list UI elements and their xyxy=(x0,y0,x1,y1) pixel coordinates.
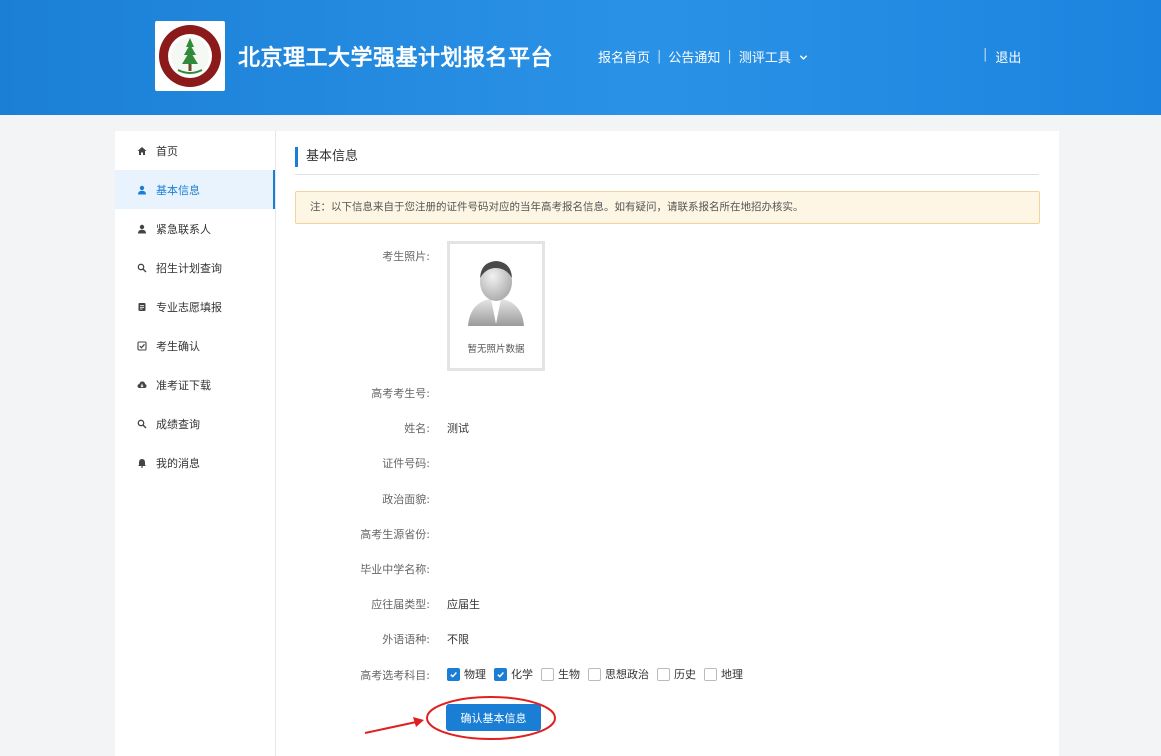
nav-tools-dropdown[interactable]: 测评工具 xyxy=(739,47,808,66)
candidate-photo: 暂无照片数据 xyxy=(447,241,545,371)
sidebar-item-label: 准考证下载 xyxy=(156,378,211,392)
sidebar-item-label: 成绩查询 xyxy=(156,417,200,431)
subject-history-checkbox[interactable]: 历史 xyxy=(657,666,696,682)
subject-physics-checkbox[interactable]: 物理 xyxy=(447,666,486,682)
field-label-high-school: 毕业中学名称: xyxy=(360,563,430,576)
sidebar-item-label: 专业志愿填报 xyxy=(156,300,222,314)
user-icon xyxy=(138,185,146,194)
nav-home-link[interactable]: 报名首页 xyxy=(598,47,650,66)
field-label-name: 姓名: xyxy=(404,422,430,435)
field-label-subjects: 高考选考科目: xyxy=(360,669,430,682)
subject-geography-checkbox[interactable]: 地理 xyxy=(704,666,743,682)
cloud-download-icon xyxy=(137,381,147,388)
university-logo xyxy=(155,21,225,91)
sidebar-item-home[interactable]: 首页 xyxy=(115,131,275,170)
sidebar-item-label: 首页 xyxy=(156,144,178,158)
main-panel: 基本信息 注：以下信息来自于您注册的证件号码对应的当年高考报名信息。如有疑问，请… xyxy=(276,131,1059,756)
logout-link[interactable]: 退出 xyxy=(995,47,1021,66)
top-nav: 报名首页 | 公告通知 | 测评工具 xyxy=(598,47,808,66)
chevron-down-icon xyxy=(799,55,808,60)
checkmark-icon xyxy=(497,671,504,678)
sidebar-item-basic-info[interactable]: 基本信息 xyxy=(115,170,275,209)
field-value-foreign-language: 不限 xyxy=(447,633,469,646)
field-label-foreign-language: 外语语种: xyxy=(382,633,430,646)
site-title: 北京理工大学强基计划报名平台 xyxy=(238,46,554,71)
sidebar-item-enrollment-plan[interactable]: 招生计划查询 xyxy=(115,248,275,287)
section-title: 基本信息 xyxy=(295,147,358,167)
field-label-graduate-type: 应往届类型: xyxy=(371,598,430,611)
sidebar-item-candidate-confirm[interactable]: 考生确认 xyxy=(115,326,275,365)
checkbox-unchecked xyxy=(657,667,670,681)
subject-label: 化学 xyxy=(511,668,533,681)
subject-label: 物理 xyxy=(464,668,486,681)
sidebar-item-major-application[interactable]: 专业志愿填报 xyxy=(115,287,275,326)
subject-biology-checkbox[interactable]: 生物 xyxy=(541,666,580,682)
user-icon xyxy=(138,224,146,233)
sidebar-item-label: 招生计划查询 xyxy=(156,261,222,275)
checkbox-checked xyxy=(447,667,460,681)
sidebar-item-label: 考生确认 xyxy=(156,339,200,353)
university-seal-icon xyxy=(159,25,221,87)
sidebar: 首页 基本信息 紧急联系人 招生计划查询 专业志愿填报 考生确认 准考证下载 成… xyxy=(115,131,276,756)
field-label-id-number: 证件号码: xyxy=(382,457,430,470)
checkbox-unchecked xyxy=(704,667,717,681)
logout-area: | 退出 xyxy=(983,47,1021,66)
subject-checkbox-group: 物理 化学 生物 思想政治 历史 地理 xyxy=(447,666,751,682)
nav-divider: | xyxy=(657,49,662,64)
search-icon xyxy=(137,263,147,272)
sidebar-item-label: 基本信息 xyxy=(156,183,200,197)
field-label-exam-number: 高考考生号: xyxy=(371,387,430,400)
header-bar: 北京理工大学强基计划报名平台 报名首页 | 公告通知 | 测评工具 | 退出 xyxy=(0,0,1161,115)
notice-banner: 注：以下信息来自于您注册的证件号码对应的当年高考报名信息。如有疑问，请联系报名所… xyxy=(295,191,1040,224)
sidebar-item-admission-ticket[interactable]: 准考证下载 xyxy=(115,365,275,404)
photo-label: 考生照片: xyxy=(382,250,430,263)
field-value-name: 测试 xyxy=(447,422,469,435)
sidebar-item-messages[interactable]: 我的消息 xyxy=(115,443,275,482)
nav-divider: | xyxy=(983,47,988,62)
avatar-placeholder-icon xyxy=(468,261,524,326)
subject-chemistry-checkbox[interactable]: 化学 xyxy=(494,666,533,682)
subject-label: 历史 xyxy=(674,668,696,681)
sidebar-item-emergency-contact[interactable]: 紧急联系人 xyxy=(115,209,275,248)
nav-notice-link[interactable]: 公告通知 xyxy=(668,47,720,66)
bell-icon xyxy=(138,458,146,468)
nav-divider: | xyxy=(727,49,732,64)
field-value-graduate-type: 应届生 xyxy=(447,598,480,611)
home-icon xyxy=(137,146,147,155)
field-label-political-status: 政治面貌: xyxy=(382,493,430,506)
subject-label: 地理 xyxy=(721,668,743,681)
checkmark-icon xyxy=(450,671,457,678)
sidebar-item-score-query[interactable]: 成绩查询 xyxy=(115,404,275,443)
document-icon xyxy=(138,302,146,311)
subject-politics-checkbox[interactable]: 思想政治 xyxy=(588,666,649,682)
checkbox-unchecked xyxy=(588,667,601,681)
field-label-province: 高考生源省份: xyxy=(360,528,430,541)
sidebar-item-label: 紧急联系人 xyxy=(156,222,211,236)
photo-caption: 暂无照片数据 xyxy=(467,344,525,355)
checkbox-unchecked xyxy=(541,667,554,681)
subject-label: 生物 xyxy=(558,668,580,681)
confirm-basic-info-button[interactable]: 确认基本信息 xyxy=(446,704,541,731)
nav-tools-label: 测评工具 xyxy=(738,51,791,66)
checkbox-icon xyxy=(137,340,147,351)
checkbox-checked xyxy=(494,667,507,681)
search-icon xyxy=(137,419,147,428)
sidebar-item-label: 我的消息 xyxy=(156,456,200,470)
subject-label: 思想政治 xyxy=(605,668,649,681)
section-divider xyxy=(295,174,1039,175)
